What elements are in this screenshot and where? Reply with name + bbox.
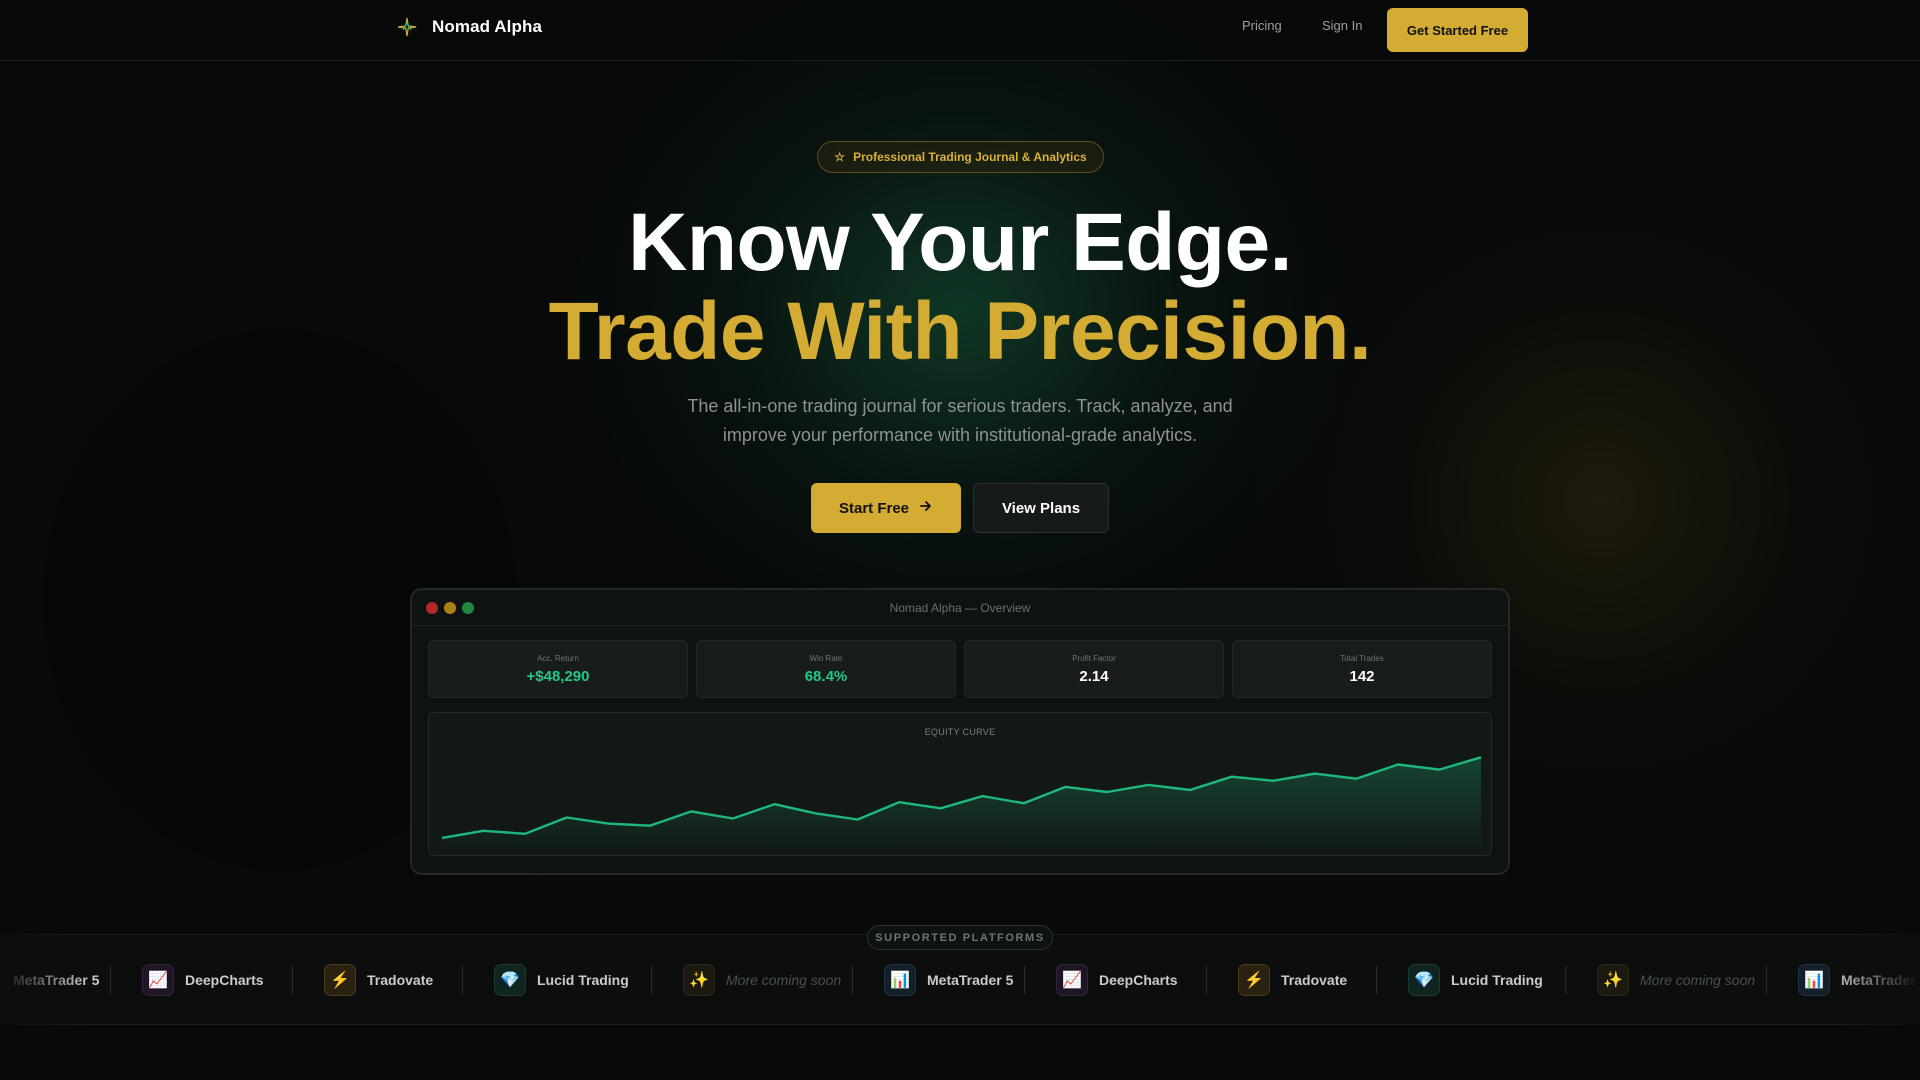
- platform-separator: [462, 966, 463, 994]
- stat-value: 68.4%: [804, 667, 848, 685]
- platform-item: 📊 MetaTrader 5: [884, 964, 1013, 996]
- bar-chart-icon: 📊: [1798, 964, 1830, 996]
- hero-badge-text: Professional Trading Journal & Analytics: [853, 150, 1087, 164]
- platform-separator: [292, 966, 293, 994]
- platform-name: More coming soon: [1640, 972, 1756, 988]
- hero-heading-line1: Know Your Edge.: [628, 197, 1292, 288]
- trend-chart-icon: 📈: [1056, 964, 1088, 996]
- platform-name: DeepCharts: [1099, 972, 1178, 988]
- equity-area: [442, 757, 1481, 855]
- star-icon: ☆: [834, 150, 846, 164]
- sparkle-logo-icon: [396, 16, 418, 38]
- sparkles-icon: ✨: [683, 964, 715, 996]
- platform-item: 📈 DeepCharts: [142, 964, 264, 996]
- stat-card-return: Acc. Return +$48,290: [428, 640, 688, 698]
- platform-item: 💎 Lucid Trading: [494, 964, 629, 996]
- window-title-bar: Nomad Alpha — Overview: [412, 590, 1508, 626]
- stat-value: 2.14: [1079, 667, 1109, 685]
- lightning-icon: ⚡: [1238, 964, 1270, 996]
- platform-name: Tradovate: [367, 972, 434, 988]
- stat-value: +$48,290: [526, 667, 590, 685]
- nav-pricing-link[interactable]: Pricing: [1242, 18, 1282, 33]
- platform-name: Lucid Trading: [537, 972, 629, 988]
- platform-item: ✨ More coming soon: [1597, 964, 1755, 996]
- diamond-icon: 💎: [494, 964, 526, 996]
- platform-separator: [1565, 966, 1566, 994]
- platform-separator: [852, 966, 853, 994]
- platform-item: ⚡ Tradovate: [1238, 964, 1347, 996]
- stat-label: Win Rate: [809, 653, 843, 663]
- brand-name: Nomad Alpha: [432, 17, 543, 36]
- marquee-fade-left: [0, 934, 90, 1025]
- platform-item: ⚡ Tradovate: [324, 964, 433, 996]
- stat-card-total-trades: Total Trades 142: [1232, 640, 1492, 698]
- platform-name: Tradovate: [1281, 972, 1348, 988]
- platform-separator: [651, 966, 652, 994]
- platform-name: More coming soon: [726, 972, 842, 988]
- stat-card-profit-factor: Profit Factor 2.14: [964, 640, 1224, 698]
- lightning-icon: ⚡: [324, 964, 356, 996]
- stat-value: 142: [1349, 667, 1375, 685]
- dashboard-preview-window: Nomad Alpha — Overview Acc. Return +$48,…: [410, 588, 1510, 875]
- brand-logo[interactable]: Nomad Alpha: [396, 16, 542, 38]
- view-plans-button[interactable]: View Plans: [973, 483, 1109, 533]
- start-free-button[interactable]: Start Free: [811, 483, 961, 533]
- bar-chart-icon: 📊: [884, 964, 916, 996]
- get-started-button[interactable]: Get Started Free: [1387, 8, 1528, 52]
- platform-name: MetaTrader 5: [927, 972, 1014, 988]
- stat-label: Total Trades: [1340, 653, 1384, 663]
- hero-subtitle: The all-in-one trading journal for serio…: [687, 396, 1233, 445]
- arrow-right-icon: [919, 499, 933, 517]
- stat-card-win-rate: Win Rate 68.4%: [696, 640, 956, 698]
- sparkles-icon: ✨: [1597, 964, 1629, 996]
- equity-curve-panel: EQUITY CURVE: [428, 712, 1492, 856]
- platform-item: 📈 DeepCharts: [1056, 964, 1178, 996]
- stat-label: Profit Factor: [1072, 653, 1116, 663]
- start-free-label: Start Free: [838, 499, 910, 517]
- stat-label: Acc. Return: [537, 653, 579, 663]
- platforms-label: SUPPORTED PLATFORMS: [867, 925, 1053, 950]
- platform-separator: [1376, 966, 1377, 994]
- nav-sign-in-link[interactable]: Sign In: [1322, 18, 1362, 33]
- window-title: Nomad Alpha — Overview: [889, 601, 1031, 615]
- equity-curve-chart: [441, 756, 1482, 855]
- platform-separator: [1766, 966, 1767, 994]
- platform-name: Lucid Trading: [1451, 972, 1543, 988]
- platform-item: 💎 Lucid Trading: [1408, 964, 1543, 996]
- platform-separator: [110, 966, 111, 994]
- hero-badge: ☆ Professional Trading Journal & Analyti…: [817, 141, 1104, 173]
- platform-separator: [1024, 966, 1025, 994]
- hero-heading-line2: Trade With Precision.: [548, 286, 1372, 377]
- platform-name: DeepCharts: [185, 972, 264, 988]
- trend-chart-icon: 📈: [142, 964, 174, 996]
- diamond-icon: 💎: [1408, 964, 1440, 996]
- stats-row: Acc. Return +$48,290 Win Rate 68.4% Prof…: [428, 640, 1492, 698]
- top-nav: Nomad Alpha Pricing Sign In Get Started …: [0, 0, 1920, 61]
- platform-separator: [1206, 966, 1207, 994]
- platform-item: ✨ More coming soon: [683, 964, 841, 996]
- marquee-fade-right: [1830, 934, 1920, 1025]
